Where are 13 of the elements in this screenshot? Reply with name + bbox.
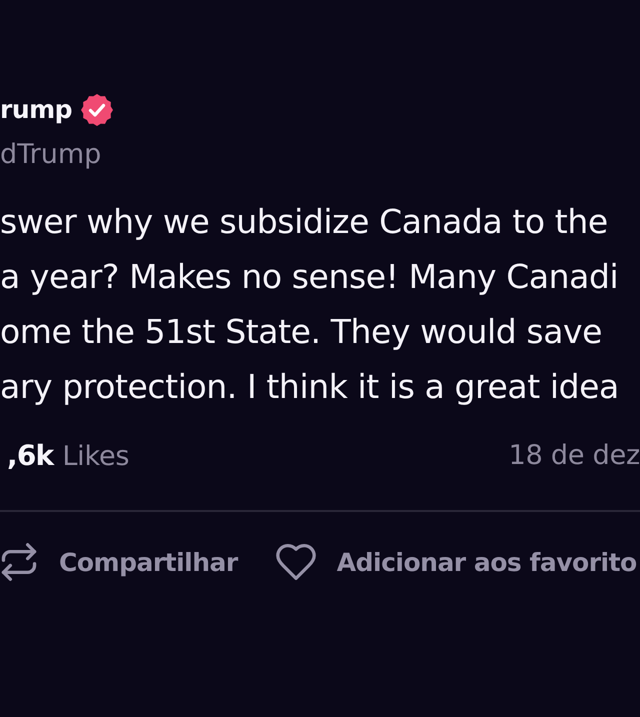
favorite-button[interactable]: Adicionar aos favorito	[276, 544, 637, 580]
repost-icon	[0, 543, 38, 581]
heart-icon	[276, 544, 316, 580]
author-handle: dTrump	[0, 138, 102, 172]
share-button[interactable]: Compartilhar	[0, 543, 238, 581]
post-date: 18 de dez	[508, 440, 640, 470]
post-text-line: ary protection. I think it is a great idea	[0, 366, 619, 408]
likes-label: Likes	[62, 440, 130, 472]
post-text-line: a year? Makes no sense! Many Canadi	[0, 256, 618, 298]
likes-count: ,6k	[7, 438, 54, 472]
author-name: rump	[0, 94, 72, 126]
post-text-line: swer why we subsidize Canada to the	[0, 201, 608, 243]
post-text-line: ome the 51st State. They would save	[0, 311, 602, 353]
